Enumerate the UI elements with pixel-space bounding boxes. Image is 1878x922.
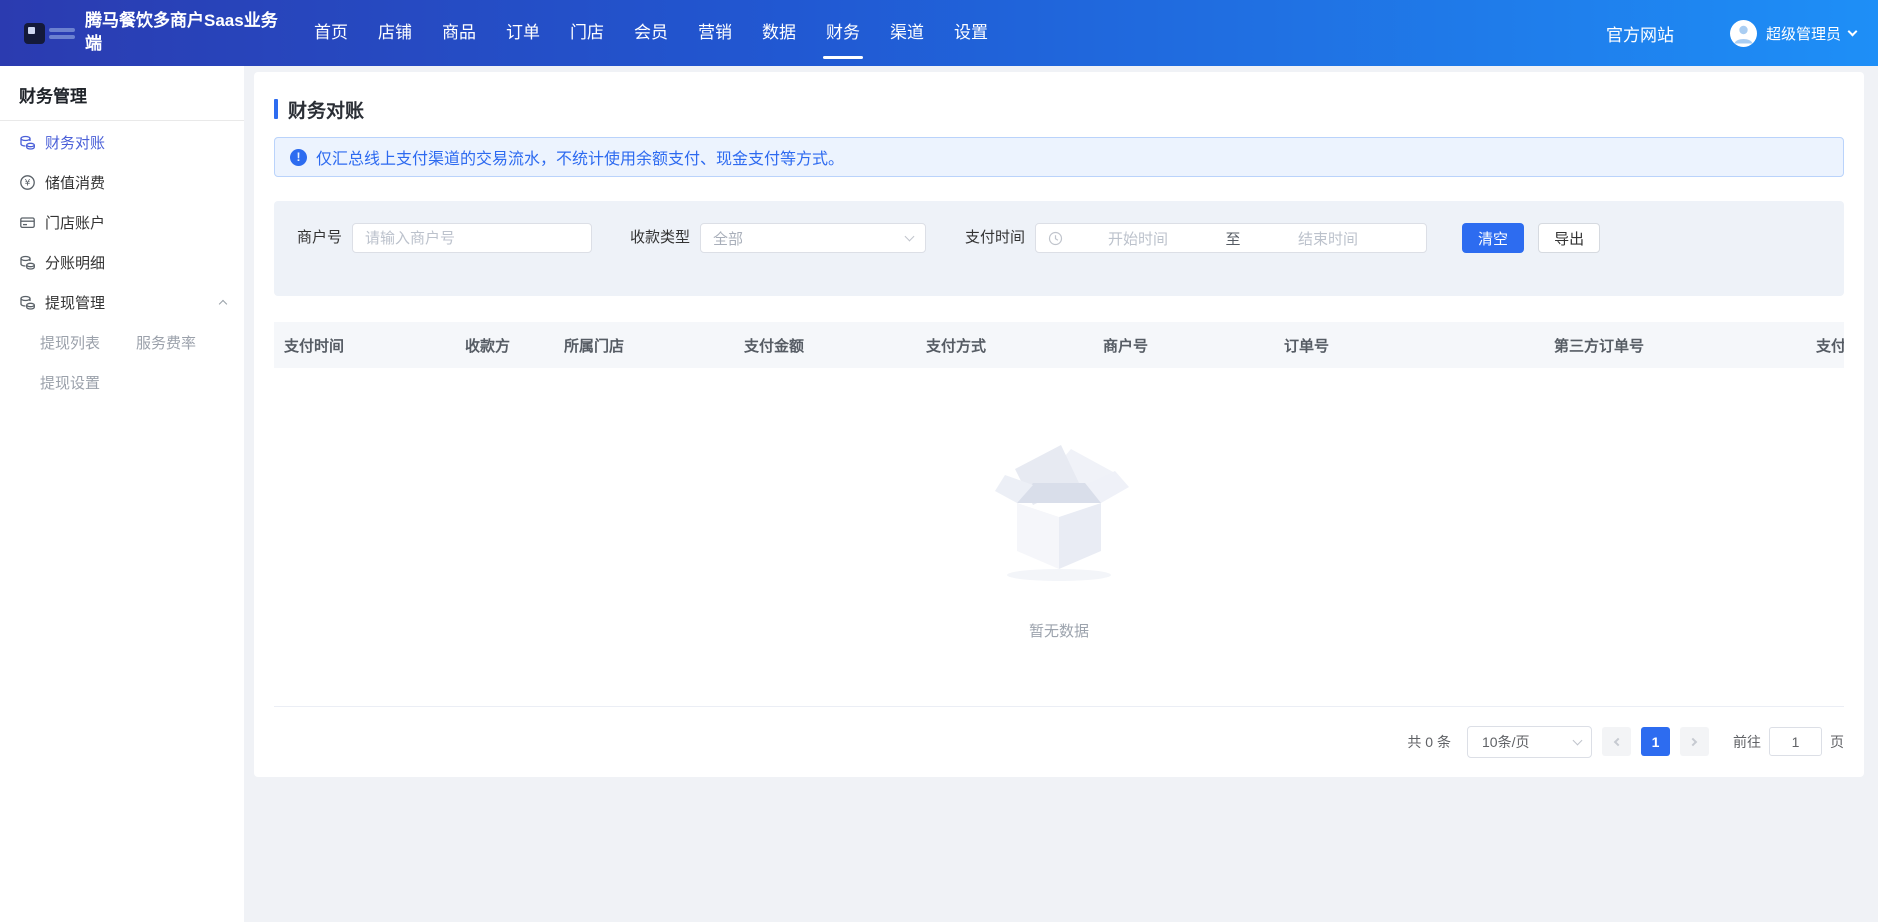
main-nav: 首页 店铺 商品 订单 门店 会员 营销 数据 财务 渠道 设置	[299, 0, 1003, 66]
pagination-total: 共 0 条	[1407, 732, 1451, 752]
logo-wordmark	[49, 25, 75, 42]
coins-icon	[19, 294, 36, 311]
col-order-no: 订单号	[1274, 335, 1544, 356]
sidebar-item-label: 提现管理	[45, 292, 105, 313]
range-separator: 至	[1213, 228, 1253, 249]
sidebar-item-stored-value[interactable]: ¥ 储值消费	[0, 162, 244, 202]
nav-item-member[interactable]: 会员	[619, 0, 683, 66]
info-icon	[290, 149, 307, 166]
nav-item-order[interactable]: 订单	[491, 0, 555, 66]
clock-icon	[1048, 231, 1063, 246]
coins-icon	[19, 134, 36, 151]
sidebar-item-reconciliation[interactable]: 财务对账	[0, 122, 244, 162]
info-banner-text: 仅汇总线上支付渠道的交易流水，不统计使用余额支付、现金支付等方式。	[316, 145, 844, 169]
sidebar-title: 财务管理	[0, 66, 244, 120]
sidebar-item-withdrawal-list[interactable]: 提现列表	[40, 332, 100, 353]
main-content-card: 财务对账 仅汇总线上支付渠道的交易流水，不统计使用余额支付、现金支付等方式。 商…	[254, 72, 1864, 777]
payment-time-label: 支付时间	[965, 223, 1025, 296]
brand-title: 腾马餐饮多商户Saas业务端	[85, 10, 281, 56]
col-pay-amount: 支付金额	[734, 335, 916, 356]
table-header-row: 支付时间 收款方 所属门店 支付金额 支付方式 商户号 订单号 第三方订单号 支…	[274, 322, 1844, 368]
page-size-value: 10条/页	[1482, 732, 1574, 752]
yen-circle-icon: ¥	[19, 174, 36, 191]
prev-page-button[interactable]	[1602, 727, 1631, 756]
sidebar-item-split-details[interactable]: 分账明细	[0, 242, 244, 282]
coins-icon	[19, 254, 36, 271]
chevron-down-icon	[905, 232, 915, 242]
table-empty-state: 暂无数据	[274, 368, 1844, 707]
nav-item-channel[interactable]: 渠道	[875, 0, 939, 66]
sidebar-item-label: 分账明细	[45, 252, 105, 273]
clear-button[interactable]: 清空	[1462, 223, 1524, 253]
goto-page-input[interactable]	[1769, 727, 1822, 756]
merchant-id-input[interactable]	[352, 223, 592, 253]
pagination: 共 0 条 10条/页 1 前往 页	[274, 707, 1844, 776]
chevron-right-icon	[1689, 737, 1697, 745]
chevron-up-icon	[219, 300, 227, 308]
sidebar: 财务管理 财务对账 ¥ 储值消费	[0, 66, 244, 922]
svg-text:¥: ¥	[25, 178, 31, 188]
col-merchant-id: 商户号	[1093, 335, 1274, 356]
export-button[interactable]: 导出	[1538, 223, 1600, 253]
filter-bar: 商户号 收款类型 全部 支付时间 开始时间 至 结束时间 清空 导出	[274, 201, 1844, 296]
nav-item-branch[interactable]: 门店	[555, 0, 619, 66]
payment-type-label: 收款类型	[630, 223, 690, 296]
payment-type-select[interactable]: 全部	[700, 223, 926, 253]
user-name: 超级管理员	[1766, 23, 1841, 44]
nav-item-marketing[interactable]: 营销	[683, 0, 747, 66]
info-banner: 仅汇总线上支付渠道的交易流水，不统计使用余额支付、现金支付等方式。	[274, 137, 1844, 177]
nav-item-data[interactable]: 数据	[747, 0, 811, 66]
sidebar-item-label: 财务对账	[45, 132, 105, 153]
end-time-placeholder: 结束时间	[1253, 228, 1403, 249]
nav-item-settings[interactable]: 设置	[939, 0, 1003, 66]
user-avatar-icon	[1730, 20, 1757, 47]
nav-item-finance[interactable]: 财务	[811, 0, 875, 66]
current-page-button[interactable]: 1	[1641, 727, 1670, 756]
nav-item-product[interactable]: 商品	[427, 0, 491, 66]
sidebar-item-withdrawal-settings[interactable]: 提现设置	[40, 372, 100, 393]
app-header: 腾马餐饮多商户Saas业务端 首页 店铺 商品 订单 门店 会员 营销 数据 财…	[0, 0, 1878, 66]
page-size-select[interactable]: 10条/页	[1467, 726, 1592, 758]
sidebar-item-label: 储值消费	[45, 172, 105, 193]
title-accent-bar	[274, 99, 278, 119]
start-time-placeholder: 开始时间	[1063, 228, 1213, 249]
col-pay-clipped: 支付	[1806, 335, 1844, 356]
col-third-party-order: 第三方订单号	[1544, 335, 1806, 356]
page-title: 财务对账	[288, 96, 364, 123]
merchant-id-label: 商户号	[297, 223, 342, 296]
sidebar-item-label: 门店账户	[45, 212, 105, 233]
sidebar-item-service-rate[interactable]: 服务费率	[136, 332, 196, 353]
user-menu[interactable]: 超级管理员	[1730, 20, 1856, 47]
sidebar-item-withdrawal-management[interactable]: 提现管理	[0, 282, 244, 322]
empty-text: 暂无数据	[274, 620, 1844, 641]
official-site-link[interactable]: 官方网站	[1606, 21, 1674, 46]
nav-item-home[interactable]: 首页	[299, 0, 363, 66]
chevron-down-icon	[1573, 735, 1583, 745]
next-page-button[interactable]	[1680, 727, 1709, 756]
chevron-down-icon	[1848, 27, 1858, 37]
col-payee: 收款方	[455, 335, 554, 356]
payment-type-value: 全部	[713, 228, 906, 249]
card-icon	[19, 214, 36, 231]
app-logo-icon	[24, 23, 45, 44]
col-store: 所属门店	[554, 335, 734, 356]
payment-time-range-picker[interactable]: 开始时间 至 结束时间	[1035, 223, 1427, 253]
chevron-left-icon	[1614, 737, 1622, 745]
nav-item-store[interactable]: 店铺	[363, 0, 427, 66]
col-pay-method: 支付方式	[916, 335, 1093, 356]
empty-box-illustration	[981, 425, 1137, 585]
goto-label: 前往	[1733, 732, 1761, 752]
goto-unit: 页	[1830, 732, 1844, 752]
col-pay-time: 支付时间	[274, 335, 455, 356]
sidebar-item-store-account[interactable]: 门店账户	[0, 202, 244, 242]
